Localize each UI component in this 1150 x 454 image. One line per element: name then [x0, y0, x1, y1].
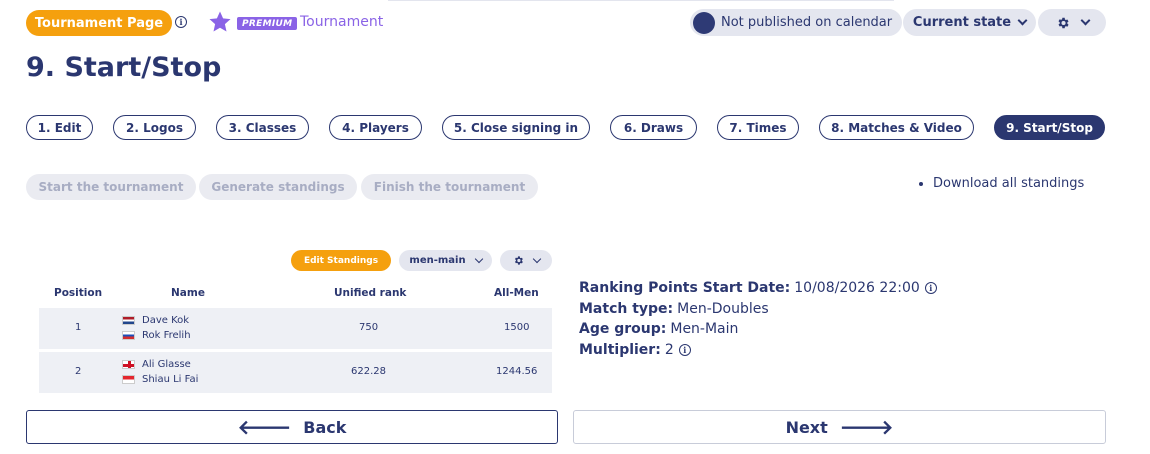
chevron-down-icon: [1017, 15, 1028, 26]
singapore-flag-icon: [122, 375, 135, 384]
page-title: 9. Start/Stop: [26, 52, 222, 83]
player-name[interactable]: Shiau Li Fai: [122, 374, 198, 385]
next-button[interactable]: Next 🡒: [573, 410, 1106, 444]
class-select-value: men-main: [409, 255, 466, 266]
step-classes[interactable]: 3. Classes: [216, 115, 309, 140]
age-group-value: Men-Main: [670, 321, 739, 337]
position-cell: 1: [75, 322, 82, 333]
arrow-right-icon: 🡒: [839, 415, 894, 439]
generate-standings-button[interactable]: Generate standings: [199, 174, 357, 200]
premium-badge: PREMIUM: [237, 17, 298, 30]
match-type: Match type: Men-Doubles: [579, 301, 769, 317]
player-name[interactable]: Ali Glasse: [122, 359, 191, 370]
step-logos[interactable]: 2. Logos: [113, 115, 196, 140]
next-label: Next: [785, 417, 828, 437]
step-matches-video[interactable]: 8. Matches & Video: [819, 115, 974, 140]
top-divider: [388, 0, 894, 1]
match-type-label: Match type:: [579, 301, 674, 317]
info-icon[interactable]: i: [924, 282, 937, 294]
netherlands-flag-icon: [122, 316, 135, 325]
england-flag-icon: [122, 360, 135, 369]
step-times[interactable]: 7. Times: [717, 115, 799, 140]
column-header-name: Name: [171, 287, 205, 299]
info-icon[interactable]: i: [678, 344, 691, 356]
slovenia-flag-icon: [122, 331, 135, 340]
all-men-cell: 1500: [504, 322, 530, 333]
match-type-value: Men-Doubles: [677, 301, 769, 317]
position-cell: 2: [75, 366, 82, 377]
step-edit[interactable]: 1. Edit: [26, 115, 93, 140]
player-name[interactable]: Rok Frelih: [122, 330, 191, 341]
unified-rank-cell: 622.28: [351, 366, 386, 377]
player-name-text: Ali Glasse: [142, 359, 191, 370]
table-row: 2 Ali Glasse Shiau Li Fai 622.28 1244.56: [39, 352, 552, 393]
download-standings-link[interactable]: Download all standings: [919, 176, 1084, 191]
tournament-page-button[interactable]: Tournament Page: [26, 10, 172, 36]
back-label: Back: [303, 417, 347, 437]
unified-rank-cell: 750: [359, 322, 379, 333]
start-tournament-button[interactable]: Start the tournament: [26, 174, 196, 200]
column-header-unified-rank: Unified rank: [334, 287, 407, 299]
multiplier-value: 2: [664, 342, 674, 358]
publish-toggle[interactable]: Not published on calendar: [690, 9, 902, 36]
table-row: 1 Dave Kok Rok Frelih 750 1500: [39, 308, 552, 349]
step-draws[interactable]: 6. Draws: [610, 115, 697, 140]
player-name-text: Rok Frelih: [142, 330, 191, 341]
age-group: Age group: Men-Main: [579, 321, 738, 337]
current-state-dropdown[interactable]: Current state: [903, 9, 1036, 36]
chevron-down-icon: [1080, 15, 1090, 26]
player-name[interactable]: Dave Kok: [122, 315, 189, 326]
chevron-down-icon: [532, 254, 541, 263]
class-select[interactable]: men-main: [399, 250, 492, 271]
player-name-text: Shiau Li Fai: [142, 374, 199, 385]
gear-icon: [1058, 17, 1069, 28]
back-button[interactable]: 🡐 Back: [26, 410, 558, 444]
publish-status-label: Not published on calendar: [721, 15, 893, 30]
multiplier: Multiplier: 2 i: [579, 342, 691, 358]
column-header-all-men: All-Men: [494, 287, 539, 299]
step-close-signing-in[interactable]: 5. Close signing in: [442, 115, 590, 140]
info-icon[interactable]: i: [175, 16, 187, 28]
tournament-type-label: Tournament: [300, 14, 384, 30]
settings-dropdown[interactable]: [1038, 9, 1106, 36]
current-state-label: Current state: [912, 15, 1012, 30]
step-players[interactable]: 4. Players: [329, 115, 422, 140]
standings-settings-dropdown[interactable]: [500, 250, 552, 271]
step-start-stop[interactable]: 9. Start/Stop: [994, 115, 1105, 140]
ranking-points-start-date: Ranking Points Start Date: 10/08/2026 22…: [579, 280, 937, 296]
download-standings-label: Download all standings: [933, 176, 1085, 191]
ranking-points-label: Ranking Points Start Date:: [579, 280, 791, 296]
column-header-position: Position: [54, 287, 103, 299]
gear-icon: [514, 256, 523, 265]
edit-standings-button[interactable]: Edit Standings: [291, 250, 391, 271]
multiplier-label: Multiplier:: [579, 342, 661, 358]
bullet: [919, 181, 923, 186]
ranking-points-value: 10/08/2026 22:00: [794, 280, 920, 296]
chevron-down-icon: [474, 254, 483, 263]
finish-tournament-button[interactable]: Finish the tournament: [361, 174, 538, 200]
arrow-left-icon: 🡐: [237, 415, 292, 439]
toggle-knob: [693, 11, 715, 34]
star-icon: [209, 11, 231, 32]
age-group-label: Age group:: [579, 321, 667, 337]
player-name-text: Dave Kok: [142, 315, 190, 326]
all-men-cell: 1244.56: [496, 366, 538, 377]
